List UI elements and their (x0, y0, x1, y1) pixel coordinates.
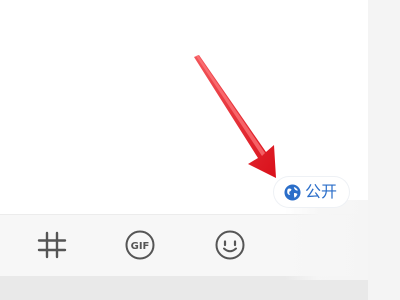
gif-label: GIF (131, 241, 150, 252)
toolbar-fade (285, 200, 368, 280)
hashtag-icon[interactable] (36, 229, 68, 261)
right-gutter (368, 0, 400, 300)
composer-screenshot: GIF 公开 (0, 0, 400, 300)
globe-icon (284, 183, 301, 201)
emoji-icon[interactable] (214, 229, 246, 261)
visibility-public-button[interactable]: 公开 (274, 177, 350, 207)
visibility-label: 公开 (305, 182, 338, 201)
gif-icon[interactable]: GIF (124, 229, 156, 261)
